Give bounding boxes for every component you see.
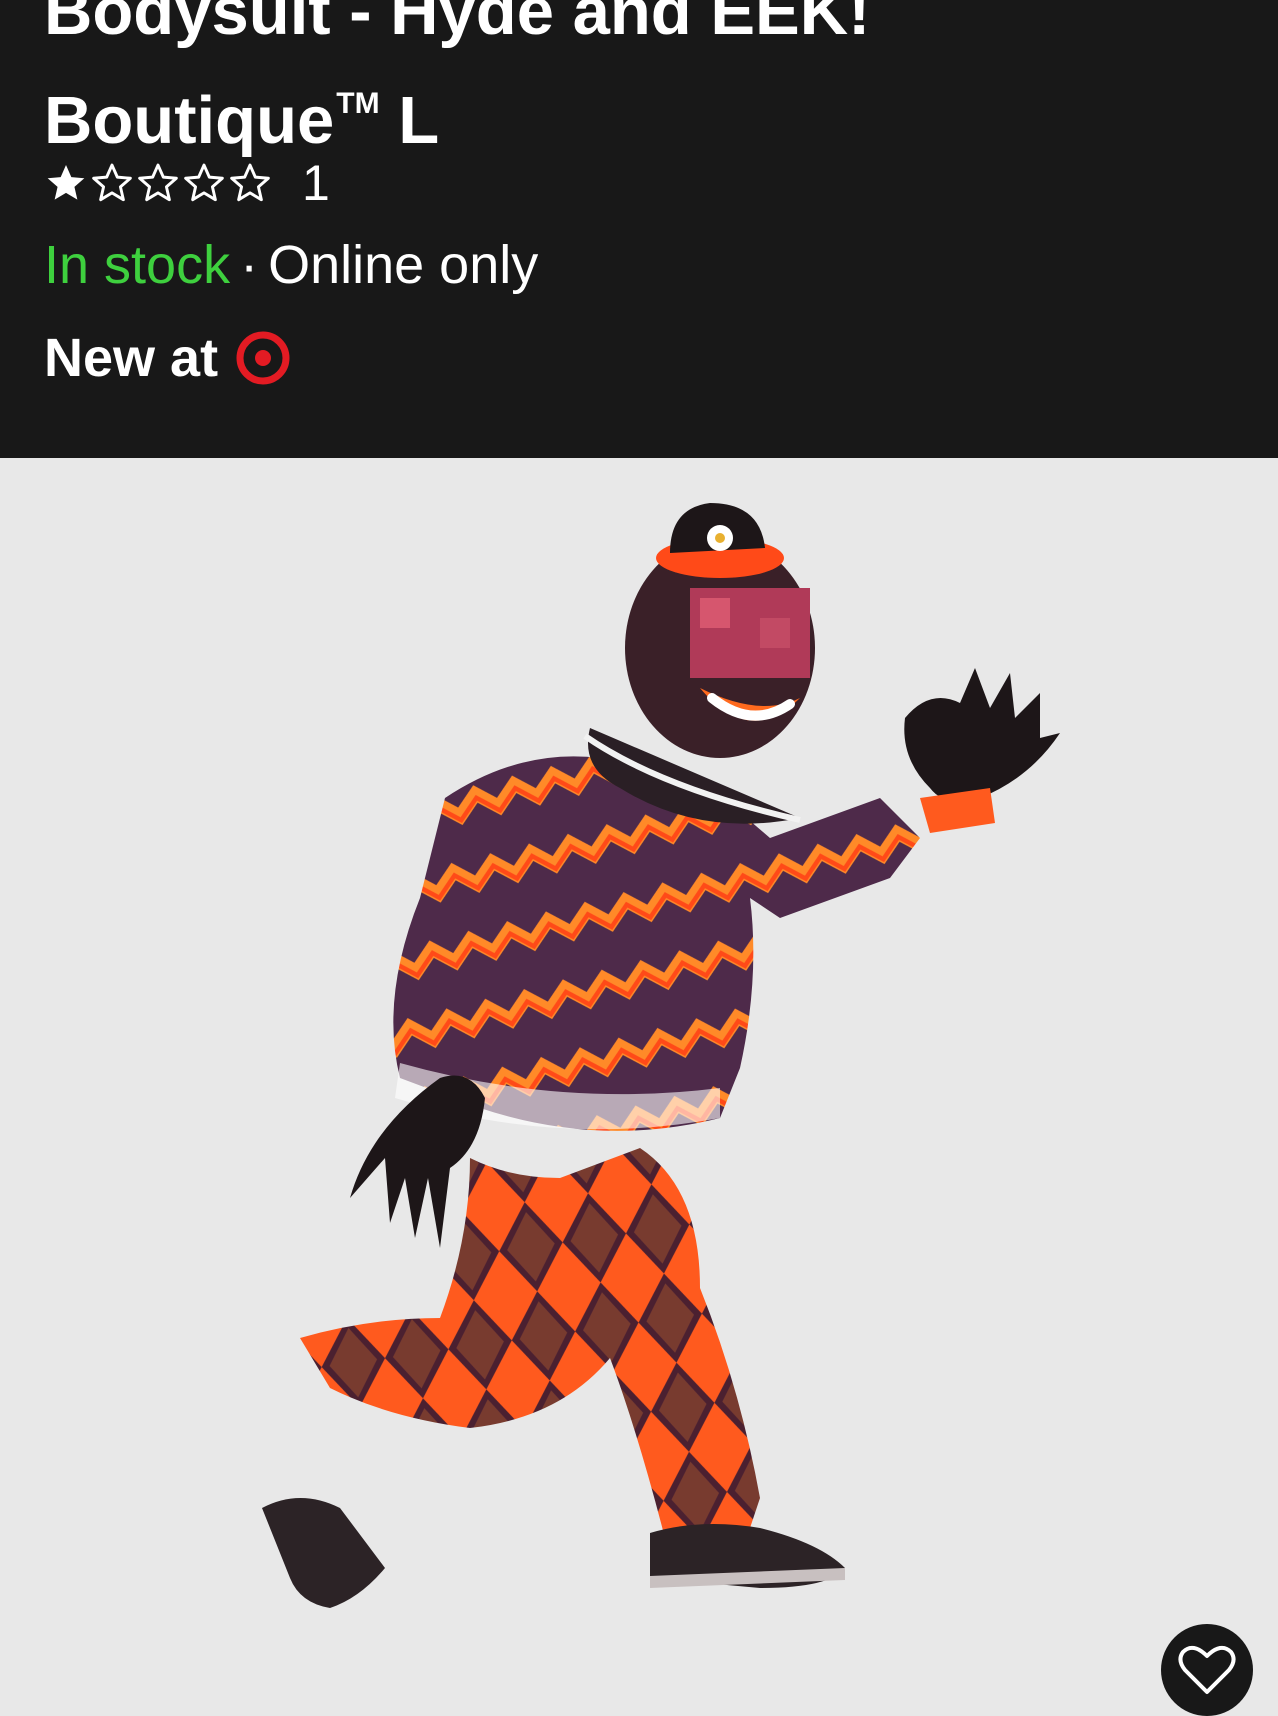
trademark-symbol: TM: [336, 87, 380, 120]
favorite-button[interactable]: [1161, 1624, 1253, 1716]
product-title: Bodysuit - Hyde and EEK! BoutiqueTM L: [44, 0, 1224, 167]
availability-channel: Online only: [268, 235, 539, 295]
product-title-line2: Boutique: [44, 83, 335, 158]
availability-separator: ·: [240, 235, 259, 295]
product-header: Bodysuit - Hyde and EEK! BoutiqueTM L 1 I…: [0, 0, 1278, 458]
star-outline-icon: [138, 163, 178, 202]
product-image-container[interactable]: [0, 458, 1278, 1715]
star-rating: [44, 161, 272, 205]
star-outline-icon: [184, 163, 224, 202]
product-title-line1: Bodysuit - Hyde and EEK!: [44, 0, 871, 49]
rating-count[interactable]: 1: [302, 154, 330, 212]
star-outline-icon: [92, 163, 132, 202]
heart-icon: [1178, 1645, 1236, 1694]
rating-row[interactable]: 1: [44, 154, 330, 212]
new-at-label: New at: [44, 328, 219, 388]
star-filled-icon: [47, 165, 85, 200]
product-size: L: [398, 83, 440, 158]
target-logo-icon: [236, 331, 290, 385]
availability-row: In stock · Online only: [44, 232, 538, 298]
new-at-badge: New at: [44, 322, 290, 394]
stock-status: In stock: [44, 235, 231, 295]
star-outline-icon: [230, 163, 270, 202]
product-image[interactable]: [0, 458, 1278, 1715]
